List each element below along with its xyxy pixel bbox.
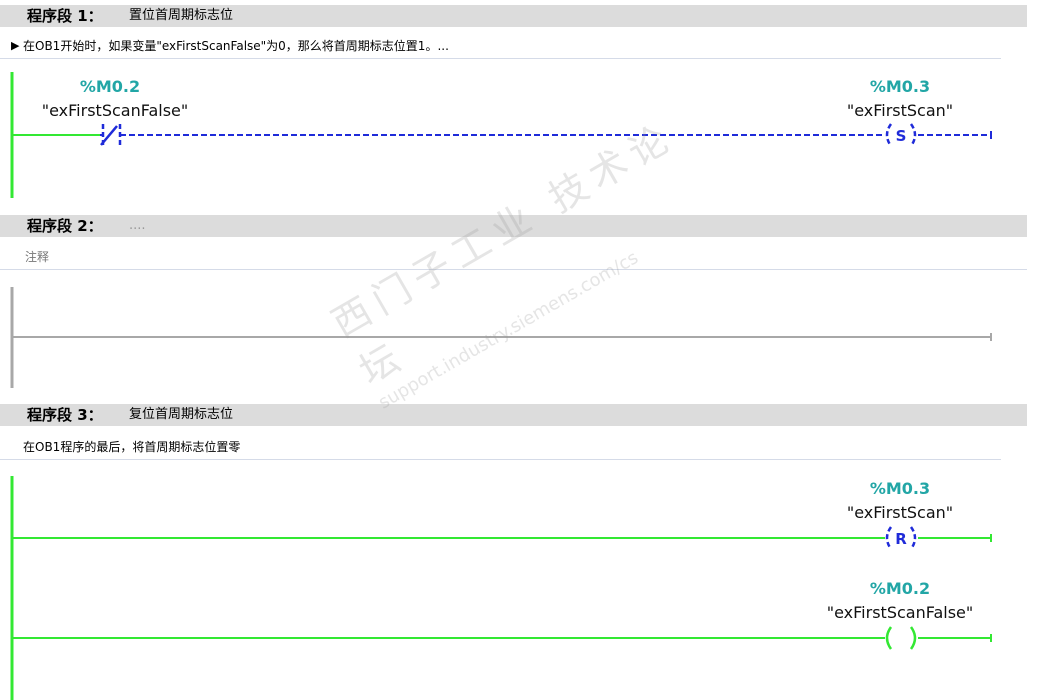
network-2-header[interactable]: 程序段 2： .... xyxy=(0,215,1027,237)
network-1-ladder: S xyxy=(10,72,992,198)
network-2-comment[interactable]: 注释 xyxy=(0,245,1027,270)
network-2-comment-text: 注释 xyxy=(25,250,50,264)
network-1-comment-text: 在OB1开始时，如果变量"exFirstScanFalse"为0，那么将首周期标… xyxy=(23,39,449,53)
expand-triangle-icon[interactable]: ▶ xyxy=(11,34,19,58)
network-3-comment-text: 在OB1程序的最后，将首周期标志位置零 xyxy=(23,440,241,454)
reset-coil-icon[interactable]: R xyxy=(885,526,917,550)
network-2-ladder xyxy=(10,287,992,388)
set-coil-icon[interactable]: S xyxy=(885,123,917,147)
network-2-title: 程序段 2： xyxy=(27,217,103,235)
network-1-header[interactable]: 程序段 1： 置位首周期标志位 xyxy=(0,5,1027,27)
network-1-comment[interactable]: ▶ 在OB1开始时，如果变量"exFirstScanFalse"为0，那么将首周… xyxy=(0,34,1001,59)
network-1-description[interactable]: 置位首周期标志位 xyxy=(129,5,233,27)
network-3-header[interactable]: 程序段 3： 复位首周期标志位 xyxy=(0,404,1027,426)
normally-closed-contact-icon[interactable] xyxy=(100,124,122,147)
network-3-description[interactable]: 复位首周期标志位 xyxy=(129,404,233,426)
network-3-title: 程序段 3： xyxy=(27,406,103,424)
output-coil-icon[interactable] xyxy=(885,626,917,650)
network-2-description[interactable]: .... xyxy=(129,215,146,237)
network-3-ladder: R xyxy=(10,476,992,700)
network-1-title: 程序段 1： xyxy=(27,7,103,25)
reset-coil-symbol: R xyxy=(895,530,907,548)
network-3-comment[interactable]: 在OB1程序的最后，将首周期标志位置零 xyxy=(0,435,1001,460)
set-coil-symbol: S xyxy=(896,127,907,145)
